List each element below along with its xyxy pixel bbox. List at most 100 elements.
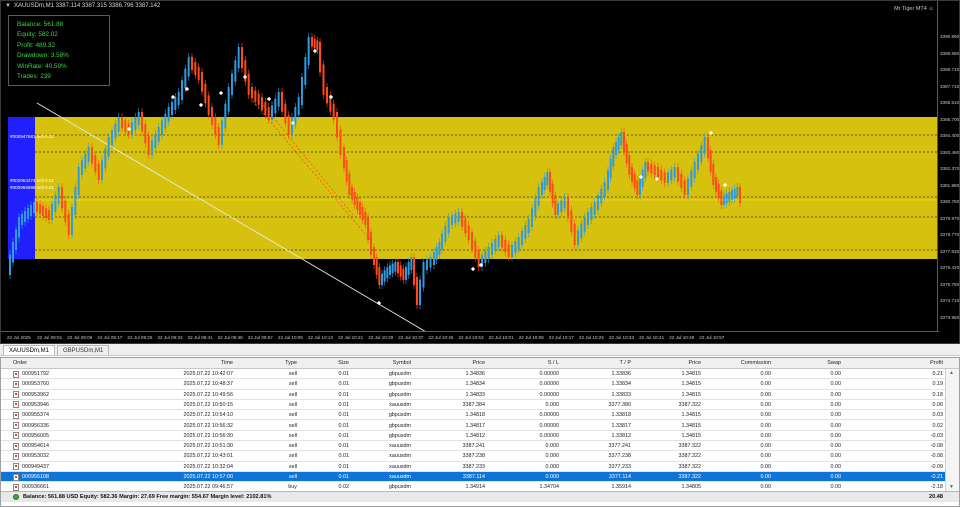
candle xyxy=(733,188,736,199)
trade-cell: 2025.07.22 10:54:10 xyxy=(183,412,233,419)
trade-row[interactable]: 000949437 2025.07.22 10:32:04 sell 0.01 xauu… xyxy=(1,462,945,472)
price-tick-label: 3381.880 xyxy=(940,182,960,188)
candle xyxy=(647,162,649,172)
time-tick-label: 22 Jul 10:13 xyxy=(308,335,334,340)
stat-trades: Trades: 239 xyxy=(17,73,51,81)
candle xyxy=(426,259,428,270)
candle xyxy=(131,122,133,135)
trade-row[interactable]: 000953946 2025.07.22 10:50:15 sell 0.01 xauu… xyxy=(1,400,945,411)
order-icon xyxy=(13,483,19,491)
column-header[interactable]: Price xyxy=(431,358,485,369)
candle xyxy=(653,165,656,175)
trade-cell: 3387.322 xyxy=(678,443,701,450)
column-header[interactable]: Price xyxy=(647,358,701,369)
trade-cell: gbpusdm xyxy=(388,371,411,377)
candle xyxy=(187,57,190,77)
trade-cell: 2025.07.22 10:57:00 xyxy=(183,474,233,480)
candle xyxy=(267,107,270,120)
candle xyxy=(429,257,432,268)
column-header[interactable]: Time xyxy=(151,358,233,369)
candle xyxy=(30,205,32,216)
trade-cell: 0.02 xyxy=(932,422,944,429)
column-header[interactable]: Symbol xyxy=(365,358,411,369)
scroll-up-icon[interactable]: ▲ xyxy=(949,370,954,376)
trade-cell: 000953760 xyxy=(22,381,49,388)
trade-cell: 0.00000 xyxy=(539,391,560,398)
candle xyxy=(77,167,80,195)
trade-cell: 0.00000 xyxy=(539,412,560,419)
order-level-tag[interactable]: #000947681 sell 0.01 xyxy=(10,134,54,139)
expert-advisor-badge[interactable]: Mr Tiger MT4 ☺ xyxy=(894,6,934,12)
tab-gbpusdm-m1[interactable]: GBPUSDm,M1 xyxy=(57,345,110,355)
trade-cell: 0.00 xyxy=(760,463,772,470)
time-tick-label: 22 Jul 09:33 xyxy=(157,335,183,340)
order-level-tag[interactable]: #000953374 sell 0.01 xyxy=(10,178,54,183)
candle xyxy=(211,107,213,125)
trade-marker xyxy=(198,102,204,108)
trade-cell: 0.00 xyxy=(760,432,772,439)
trade-scrollbar[interactable]: ▲ ▼ xyxy=(945,369,959,491)
chart-window[interactable]: ▼ XAUUSDm,M1 3387.114 3387.315 3386.796 3… xyxy=(0,0,960,344)
chart-menu-icon[interactable]: ▼ xyxy=(5,3,11,9)
candle xyxy=(457,212,460,222)
candle xyxy=(501,235,503,248)
time-tick-label: 22 Jul 09:57 xyxy=(247,335,273,340)
candle xyxy=(560,200,563,212)
time-axis[interactable]: 22 Jul 2025 22 Jul 09:01 22 Jul 09:09 22 Ju… xyxy=(1,331,939,343)
candle xyxy=(356,197,359,210)
column-header[interactable]: Order xyxy=(13,358,73,369)
trade-row[interactable]: 000951792 2025.07.22 10:42:07 sell 0.01 gbpu… xyxy=(1,369,945,380)
trade-cell: 1.34815 xyxy=(681,381,702,388)
trade-row[interactable]: 000955374 2025.07.22 10:54:10 sell 0.01 gbpu… xyxy=(1,410,945,421)
total-profit: 20.48 xyxy=(929,494,943,500)
candle xyxy=(389,265,391,275)
column-header[interactable]: Size xyxy=(313,358,349,369)
candle xyxy=(51,203,53,220)
column-header[interactable]: Type xyxy=(247,358,297,369)
order-level-tag[interactable]: #000955986 sell 0.01 xyxy=(10,185,54,190)
candle xyxy=(597,195,599,210)
column-header[interactable]: S / L xyxy=(501,358,559,369)
trade-row[interactable]: 000954614 2025.07.22 10:51:30 sell 0.01 xauu… xyxy=(1,441,945,452)
trade-row[interactable]: 000953032 2025.07.22 10:43:01 sell 0.01 xauu… xyxy=(1,451,945,462)
trade-row[interactable]: 000956336 2025.07.22 10:56:32 sell 0.01 gbpu… xyxy=(1,421,945,431)
trade-row[interactable]: 000953962 2025.07.22 10:49:56 sell 0.01 gbpu… xyxy=(1,390,945,400)
price-chart[interactable] xyxy=(1,1,939,331)
candle xyxy=(181,80,183,100)
trade-row[interactable]: 000956005 2025.07.22 10:56:30 sell 0.01 gbpu… xyxy=(1,431,945,442)
candle xyxy=(557,203,559,215)
trade-cell: 0.01 xyxy=(338,401,350,408)
candle xyxy=(9,254,11,275)
tab-xauusdm-m1[interactable]: XAUUSDm,M1 xyxy=(3,345,56,355)
trade-row[interactable]: 000956108 2025.07.22 10:57:00 sell 0.01 xauu… xyxy=(1,472,945,483)
trade-row[interactable]: 000953760 2025.07.22 10:48:37 sell 0.01 gbpu… xyxy=(1,379,945,390)
candle xyxy=(383,270,386,282)
column-header[interactable]: Profit xyxy=(891,358,943,369)
column-header[interactable]: Commission xyxy=(717,358,771,369)
candle xyxy=(304,57,307,85)
candle xyxy=(224,103,227,129)
trade-cell: 0.21 xyxy=(932,371,944,377)
trade-zone xyxy=(35,117,939,259)
order-icon xyxy=(13,422,19,429)
candle xyxy=(36,202,38,212)
candle xyxy=(45,208,47,218)
candle xyxy=(717,183,720,199)
time-tick-label: 22 Jul 10:37 xyxy=(398,335,424,340)
price-axis[interactable]: 3390.890 3389.680 3388.710 3387.710 3386.610… xyxy=(937,1,959,331)
candle xyxy=(107,137,110,157)
candle xyxy=(494,239,497,251)
scroll-down-icon[interactable]: ▼ xyxy=(949,484,954,490)
candle xyxy=(549,172,551,192)
candle xyxy=(184,68,187,89)
trade-cell: 0.00 xyxy=(830,381,842,388)
candle xyxy=(464,218,467,234)
price-tick-label: 3380.760 xyxy=(940,199,960,204)
candle xyxy=(104,148,107,169)
candle xyxy=(673,167,676,178)
candle xyxy=(74,187,77,215)
candle xyxy=(609,158,612,179)
trade-cell: 3387.233 xyxy=(462,463,485,470)
column-header[interactable]: Swap xyxy=(791,358,841,369)
column-header[interactable]: T / P xyxy=(573,358,631,369)
